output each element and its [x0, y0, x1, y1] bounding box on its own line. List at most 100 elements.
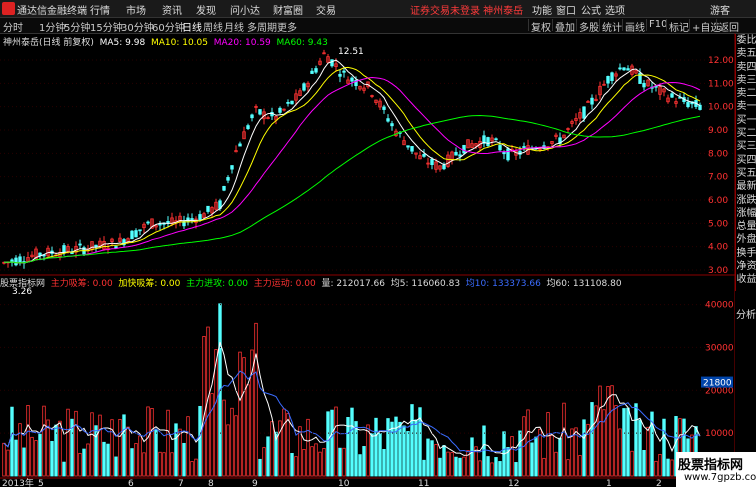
- indicator-bar: 股票指标网 主力吸筹: 0.00 加快吸筹: 0.00 主力进攻: 0.00 主…: [0, 276, 735, 289]
- price-tick-label: 6.00: [708, 196, 728, 206]
- quote-buy2[interactable]: 买二: [736, 127, 756, 140]
- candle-body: [250, 114, 254, 119]
- ind-zljg: 主力进攻: 0.00: [186, 279, 249, 289]
- candle-body: [386, 118, 390, 122]
- volume-bar: [266, 436, 270, 477]
- volume-bar: [50, 441, 54, 477]
- volume-bar: [334, 406, 338, 477]
- x-tick-label: 11: [418, 479, 429, 487]
- ind-vol: 量: 212017.66: [321, 279, 386, 289]
- quote-netasset[interactable]: 净资: [736, 260, 756, 273]
- quote-buy3[interactable]: 买三: [736, 140, 756, 153]
- quote-buy5[interactable]: 买五: [736, 167, 756, 180]
- quote-change[interactable]: 涨跌: [736, 194, 756, 207]
- candle-body: [494, 138, 498, 141]
- quote-turnover[interactable]: 换手: [736, 247, 756, 260]
- candle-body: [454, 151, 458, 156]
- price-tick-label: 7.00: [708, 173, 728, 183]
- volume-bar: [338, 447, 342, 477]
- volume-bar: [470, 437, 474, 477]
- volume-bar: [142, 452, 146, 477]
- quote-weibi[interactable]: 委比: [736, 34, 756, 47]
- quote-change-pct[interactable]: 涨幅: [736, 207, 756, 220]
- volume-bar: [558, 437, 562, 477]
- vol-tick-label: 30000: [705, 343, 734, 353]
- ind-ma5: 均5: 116060.83: [390, 279, 461, 289]
- quote-buy1[interactable]: 买一: [736, 114, 756, 127]
- volume-bar: [382, 449, 386, 477]
- volume-bar: [66, 408, 70, 477]
- volume-bar: [642, 449, 646, 477]
- volume-bar: [78, 453, 82, 477]
- candle-body: [290, 100, 294, 105]
- quote-sell5[interactable]: 卖五: [736, 47, 756, 60]
- candle-body: [606, 76, 610, 84]
- quote-latest[interactable]: 最新: [736, 180, 756, 193]
- volume-bar: [422, 459, 426, 477]
- volume-bar: [490, 462, 494, 477]
- ind-jkjc: 加快吸筹: 0.00: [118, 279, 181, 289]
- candle-body: [458, 154, 462, 157]
- volume-bar: [174, 423, 178, 477]
- volume-bar: [442, 445, 446, 477]
- volume-bar: [342, 447, 346, 477]
- quote-volume[interactable]: 总量: [736, 220, 756, 233]
- volume-bar: [538, 428, 542, 477]
- volume-bar: [10, 406, 14, 477]
- volume-bar: [598, 385, 602, 477]
- price-axis: 12.0011.0010.009.008.007.006.005.004.003…: [708, 56, 734, 276]
- ma5-line: [3, 59, 701, 264]
- candle-body: [190, 218, 194, 220]
- candle-body: [314, 68, 318, 73]
- volume-bar: [494, 457, 498, 477]
- quote-sell2[interactable]: 卖二: [736, 87, 756, 100]
- candle-body: [78, 243, 82, 246]
- candle-body: [626, 68, 630, 71]
- volume-bar: [18, 423, 22, 477]
- volume-bar: [130, 448, 134, 477]
- volume-bar: [318, 451, 322, 477]
- analysis-tab[interactable]: 分析: [736, 306, 756, 321]
- quote-sell1[interactable]: 卖一: [736, 100, 756, 113]
- volume-bar: [102, 441, 106, 477]
- volume-bar: [198, 405, 202, 477]
- candle-body: [422, 154, 426, 157]
- volume-bar: [314, 443, 318, 477]
- candle-body: [226, 177, 230, 181]
- volume-bar: [398, 421, 402, 477]
- volume-bar: [118, 418, 122, 477]
- vol-marker-label: 21800: [703, 379, 732, 389]
- quote-outer[interactable]: 外盘: [736, 233, 756, 246]
- quote-sell4[interactable]: 卖四: [736, 61, 756, 74]
- quote-buy4[interactable]: 买四: [736, 154, 756, 167]
- volume-bar: [6, 449, 10, 477]
- ma20-line: [3, 76, 701, 264]
- volume-bar: [2, 442, 6, 477]
- indicator-name[interactable]: 股票指标网: [0, 279, 45, 289]
- volume-bar: [358, 454, 362, 477]
- volume-bar: [386, 418, 390, 477]
- candle-body: [442, 164, 446, 170]
- volume-bar: [554, 451, 558, 477]
- candle-body: [302, 83, 306, 91]
- volume-bar: [458, 457, 462, 477]
- candle-body: [430, 158, 434, 166]
- volume-bar: [258, 458, 262, 477]
- volume-bar: [30, 436, 34, 477]
- chart-canvas: 12.51 3.26 12.0011.0010.009.008.007.006.…: [0, 33, 735, 487]
- volume-bar: [630, 450, 634, 477]
- watermark-url: www.7gpzb.com: [684, 472, 756, 483]
- candle-body: [486, 137, 490, 146]
- volume-bar: [406, 431, 410, 477]
- x-tick-label: 1: [606, 479, 612, 487]
- x-tick-label: 2013年: [2, 477, 34, 487]
- candle-body: [14, 257, 18, 266]
- ind-ma10: 均10: 133373.66: [465, 279, 541, 289]
- quote-sell3[interactable]: 卖三: [736, 74, 756, 87]
- quote-earnings[interactable]: 收益: [736, 273, 756, 286]
- volume-bar: [58, 420, 62, 477]
- volume-bar: [618, 428, 622, 477]
- volume-bar: [582, 419, 586, 477]
- volume-bar: [542, 457, 546, 477]
- volume-bar: [254, 322, 258, 477]
